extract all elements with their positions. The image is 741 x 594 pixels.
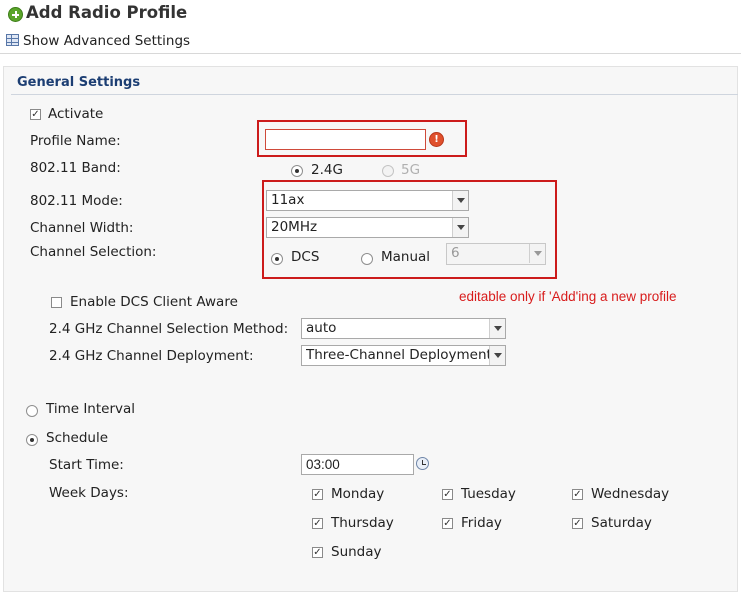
chevron-down-icon	[489, 319, 505, 338]
profile-name-input[interactable]	[265, 129, 426, 150]
tuesday-label: Tuesday	[461, 486, 516, 502]
time-interval-label: Time Interval	[46, 401, 136, 417]
edit-restriction-note: editable only if 'Add'ing a new profile	[459, 289, 677, 304]
monday-label: Monday	[331, 486, 385, 502]
section-divider	[11, 94, 738, 95]
saturday-label: Saturday	[591, 515, 652, 531]
schedule-radio[interactable]	[26, 434, 38, 446]
time-interval-radio[interactable]	[26, 405, 38, 417]
profile-name-label: Profile Name:	[30, 133, 121, 149]
chevron-down-icon	[489, 346, 505, 365]
channel-deployment-label: 2.4 GHz Channel Deployment:	[49, 348, 254, 364]
chevron-down-icon	[452, 191, 468, 210]
page-title: Add Radio Profile	[26, 3, 188, 22]
show-advanced-settings-link[interactable]: Show Advanced Settings	[6, 33, 190, 49]
tuesday-checkbox[interactable]: ✓	[442, 489, 453, 500]
mode-select[interactable]: 11ax	[266, 190, 469, 211]
dcs-radio[interactable]	[271, 253, 283, 265]
selection-method-label: 2.4 GHz Channel Selection Method:	[49, 321, 289, 337]
saturday-checkbox[interactable]: ✓	[572, 518, 583, 529]
manual-channel-value: 6	[451, 245, 460, 261]
thursday-label: Thursday	[331, 515, 394, 531]
add-circle-icon	[8, 7, 23, 22]
selection-method-value: auto	[306, 320, 337, 336]
wednesday-label: Wednesday	[591, 486, 670, 502]
warning-icon: !	[429, 132, 444, 147]
band-24g-label: 2.4G	[311, 162, 343, 178]
clock-icon[interactable]	[416, 457, 429, 470]
width-label: Channel Width:	[30, 220, 134, 236]
start-time-input[interactable]	[301, 454, 414, 475]
band-label: 802.11 Band:	[30, 160, 121, 176]
chevron-down-icon	[529, 244, 545, 263]
week-days-label: Week Days:	[49, 485, 129, 501]
sunday-checkbox[interactable]: ✓	[312, 547, 323, 558]
channel-selection-label: Channel Selection:	[30, 244, 157, 260]
thursday-checkbox[interactable]: ✓	[312, 518, 323, 529]
monday-checkbox[interactable]: ✓	[312, 489, 323, 500]
show-advanced-settings-label: Show Advanced Settings	[23, 33, 191, 49]
mode-select-value: 11ax	[271, 192, 305, 208]
table-icon	[6, 34, 19, 46]
section-title: General Settings	[17, 75, 141, 90]
wednesday-checkbox[interactable]: ✓	[572, 489, 583, 500]
channel-width-select[interactable]: 20MHz	[266, 217, 469, 238]
channel-deployment-select[interactable]: Three-Channel Deployment	[301, 345, 506, 366]
mode-label: 802.11 Mode:	[30, 193, 123, 209]
band-5g-radio	[382, 165, 394, 177]
friday-checkbox[interactable]: ✓	[442, 518, 453, 529]
manual-channel-select: 6	[446, 243, 546, 265]
manual-label: Manual	[381, 249, 431, 265]
sunday-label: Sunday	[331, 544, 382, 560]
selection-method-select[interactable]: auto	[301, 318, 506, 339]
header-divider	[0, 53, 741, 54]
chevron-down-icon	[452, 218, 468, 237]
activate-label: Activate	[48, 106, 104, 122]
channel-deployment-value: Three-Channel Deployment	[306, 347, 492, 363]
manual-radio[interactable]	[361, 253, 373, 265]
channel-width-value: 20MHz	[271, 219, 318, 235]
dcs-client-aware-label: Enable DCS Client Aware	[70, 294, 238, 310]
start-time-label: Start Time:	[49, 457, 124, 473]
friday-label: Friday	[461, 515, 502, 531]
band-24g-radio[interactable]	[291, 165, 303, 177]
band-5g-label: 5G	[401, 162, 421, 178]
activate-checkbox[interactable]: ✓	[30, 109, 41, 120]
dcs-client-aware-checkbox[interactable]	[51, 297, 62, 308]
dcs-label: DCS	[291, 249, 320, 265]
schedule-label: Schedule	[46, 430, 109, 446]
